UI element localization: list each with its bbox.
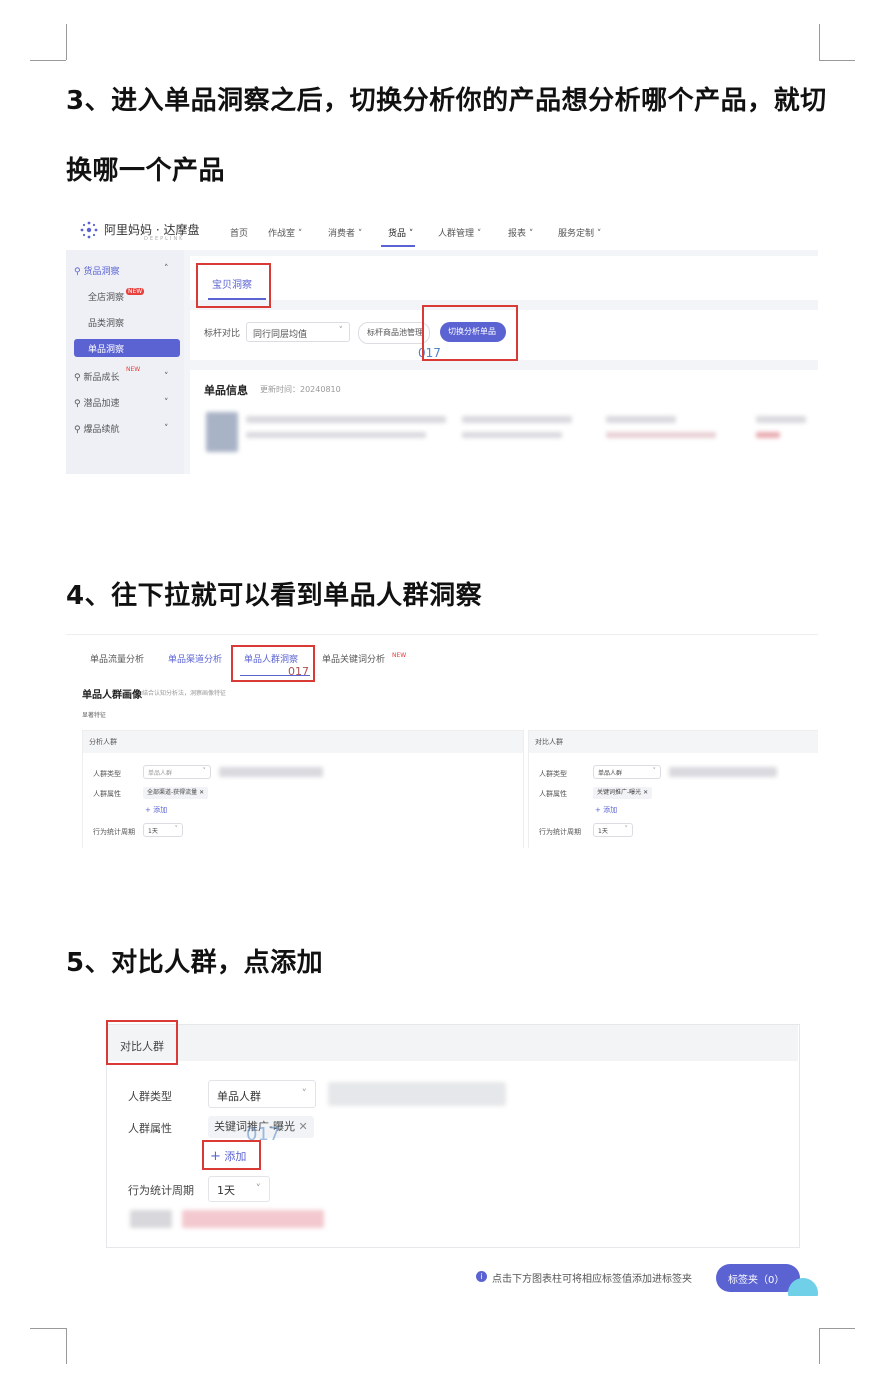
chevron-down-icon: ˅ — [202, 767, 207, 775]
benchmark-pool-button[interactable]: 标杆商品池管理 — [358, 322, 430, 344]
chevron-down-icon: ˅ — [652, 767, 657, 775]
period-label: 行为统计周期 — [93, 828, 135, 836]
section-title: 单品人群画像 — [82, 690, 142, 701]
crowd-type-label: 人群类型 — [128, 1090, 172, 1103]
compare-crowd-panel: 对比人群 人群类型 单品人群 ˅ 人群属性 关键词推广-曝光 ✕ + 添加 行为… — [528, 730, 818, 848]
logo-subtext: DEEPLINK — [144, 236, 185, 242]
highlight-switch-box — [422, 305, 518, 361]
tab-keyword[interactable]: 单品关键词分析 — [322, 652, 385, 665]
sub-label: 显著特征 — [82, 712, 107, 719]
tab-traffic[interactable]: 单品流量分析 — [90, 652, 144, 665]
crowd-type-select[interactable]: 单品人群 ˅ — [593, 765, 661, 779]
chevron-down-icon: ˅ — [164, 424, 169, 434]
chevron-down-icon: ˅ — [174, 825, 179, 833]
update-time: 更新时间：20240810 — [260, 385, 341, 394]
crowd-attr-tag[interactable]: 全部渠道-获得流量 ✕ — [143, 787, 209, 799]
filter-label: 标杆对比 — [204, 329, 241, 339]
period-select[interactable]: 1天 ˅ — [143, 823, 183, 837]
new-badge: NEW — [392, 652, 407, 659]
highlight-add-box — [202, 1140, 261, 1170]
sidebar-item-potential[interactable]: ⚲ 潜品加速 — [74, 396, 119, 409]
new-badge: NEW — [126, 288, 145, 295]
section-hint: 结合认知分析法，洞察画像特征 — [142, 690, 227, 697]
benchmark-select[interactable]: 同行同层均值 ˅ — [246, 322, 350, 342]
nav-war-room[interactable]: 作战室 ˅ — [268, 226, 302, 239]
crop-mark-bottom-left-h — [30, 1328, 66, 1329]
nav-report[interactable]: 报表 ˅ — [508, 226, 533, 239]
sub-tabs: 单品流量分析 单品渠道分析 单品人群洞察 单品关键词分析 NEW 017 — [66, 634, 818, 678]
crop-mark-top-right — [819, 24, 820, 60]
crowd-attr-label: 人群属性 — [539, 790, 567, 798]
highlight-tab-box — [196, 263, 271, 308]
crowd-type-label: 人群类型 — [93, 770, 121, 778]
chevron-up-icon: ˄ — [164, 264, 169, 274]
chevron-down-icon: ˅ — [255, 1182, 262, 1195]
analysis-crowd-title: 分析人群 — [89, 738, 117, 746]
top-nav: 阿里妈妈 · 达摩盘 DEEPLINK 首页 作战室 ˅ 消费者 ˅ 货品 ˅ … — [66, 212, 818, 250]
new-badge-2: NEW — [126, 366, 141, 373]
tag-folder-button[interactable]: 标签夹（0） — [716, 1264, 800, 1292]
step3-line1: 3、进入单品洞察之后，切换分析你的产品想分析哪个产品，就切 — [66, 86, 827, 116]
tab-bar: 宝贝洞察 — [190, 256, 818, 300]
product-thumbnail — [206, 412, 238, 452]
chevron-down-icon: ˅ — [301, 1087, 308, 1100]
crowd-type-label: 人群类型 — [539, 770, 567, 778]
product-info-card: 单品信息 更新时间：20240810 — [190, 370, 818, 474]
product-info-title: 单品信息 — [204, 384, 248, 397]
sidebar-item-store-insight[interactable]: 全店洞察 — [88, 290, 124, 303]
chevron-down-icon: ˅ — [338, 326, 344, 336]
compare-crowd-title: 对比人群 — [535, 738, 563, 746]
chevron-down-icon: ˅ — [164, 398, 169, 408]
step3-line2: 换哪一个产品 — [66, 156, 226, 186]
nav-service[interactable]: 服务定制 ˅ — [558, 226, 601, 239]
nav-goods-underline — [381, 245, 415, 247]
period-select[interactable]: 1天 ˅ — [208, 1176, 270, 1202]
crop-mark-top-left — [66, 24, 67, 60]
nav-crowd-manage[interactable]: 人群管理 ˅ — [438, 226, 481, 239]
chevron-down-icon: ˅ — [164, 372, 169, 382]
sidebar-item-new-growth[interactable]: ⚲ 新品成长 — [74, 370, 119, 383]
nav-goods[interactable]: 货品 ˅ — [388, 226, 413, 239]
crowd-attr-label: 人群属性 — [128, 1122, 172, 1135]
crowd-type-select[interactable]: 单品人群 ˅ — [143, 765, 211, 779]
crowd-type-select[interactable]: 单品人群 ˅ — [208, 1080, 316, 1108]
main-area: 宝贝洞察 标杆对比 同行同层均值 ˅ 标杆商品池管理 切换分析单品 017 单品… — [184, 250, 818, 474]
crowd-attr-tag[interactable]: 关键词推广-曝光 ✕ — [593, 787, 653, 799]
hint-text: 点击下方图表柱可将相应标签值添加进标签夹 — [492, 1274, 692, 1285]
step5-text: 5、对比人群，点添加 — [66, 948, 324, 978]
highlight-crowd-tab-box — [231, 645, 315, 682]
crop-mark-top-left-h — [30, 60, 66, 61]
period-label: 行为统计周期 — [539, 828, 581, 836]
nav-home[interactable]: 首页 — [230, 226, 248, 239]
sidebar-item-single-insight[interactable]: 单品洞察 — [74, 339, 180, 357]
crowd-attr-label: 人群属性 — [93, 790, 121, 798]
analysis-crowd-panel: 分析人群 人群类型 单品人群 ˅ 人群属性 全部渠道-获得流量 ✕ + 添加 行… — [82, 730, 524, 848]
sidebar: ⚲ 货品洞察 ˄ 全店洞察 NEW 品类洞察 单品洞察 ⚲ 新品成长 NEW ˅… — [66, 250, 184, 474]
crop-mark-bottom-right-h — [819, 1328, 855, 1329]
info-icon: i — [476, 1271, 487, 1282]
add-attr-link[interactable]: + 添加 — [595, 805, 617, 815]
sidebar-group-goods-insight[interactable]: ⚲ 货品洞察 — [74, 264, 119, 277]
period-label: 行为统计周期 — [128, 1184, 194, 1197]
screenshot-crowd-insight: 单品流量分析 单品渠道分析 单品人群洞察 单品关键词分析 NEW 017 单品人… — [66, 634, 818, 848]
chevron-down-icon: ˅ — [624, 825, 629, 833]
tab-channel[interactable]: 单品渠道分析 — [168, 652, 222, 665]
close-icon[interactable]: ✕ — [298, 1120, 307, 1133]
sidebar-item-category-insight[interactable]: 品类洞察 — [88, 316, 124, 329]
sidebar-item-hot[interactable]: ⚲ 爆品续航 — [74, 422, 119, 435]
highlight-panel-title-box — [106, 1020, 178, 1065]
logo-icon — [80, 221, 98, 239]
crop-mark-bottom-left — [66, 1328, 67, 1364]
crop-mark-bottom-right — [819, 1328, 820, 1364]
crop-mark-top-right-h — [819, 60, 855, 61]
add-attr-link[interactable]: + 添加 — [145, 805, 167, 815]
mascot-icon[interactable] — [788, 1278, 818, 1296]
period-select[interactable]: 1天 ˅ — [593, 823, 633, 837]
nav-consumer[interactable]: 消费者 ˅ — [328, 226, 362, 239]
screenshot-compare-crowd: 对比人群 人群类型 单品人群 ˅ 人群属性 关键词推广-曝光 ✕ 017 + 添… — [66, 996, 818, 1296]
step4-text: 4、往下拉就可以看到单品人群洞察 — [66, 581, 483, 611]
